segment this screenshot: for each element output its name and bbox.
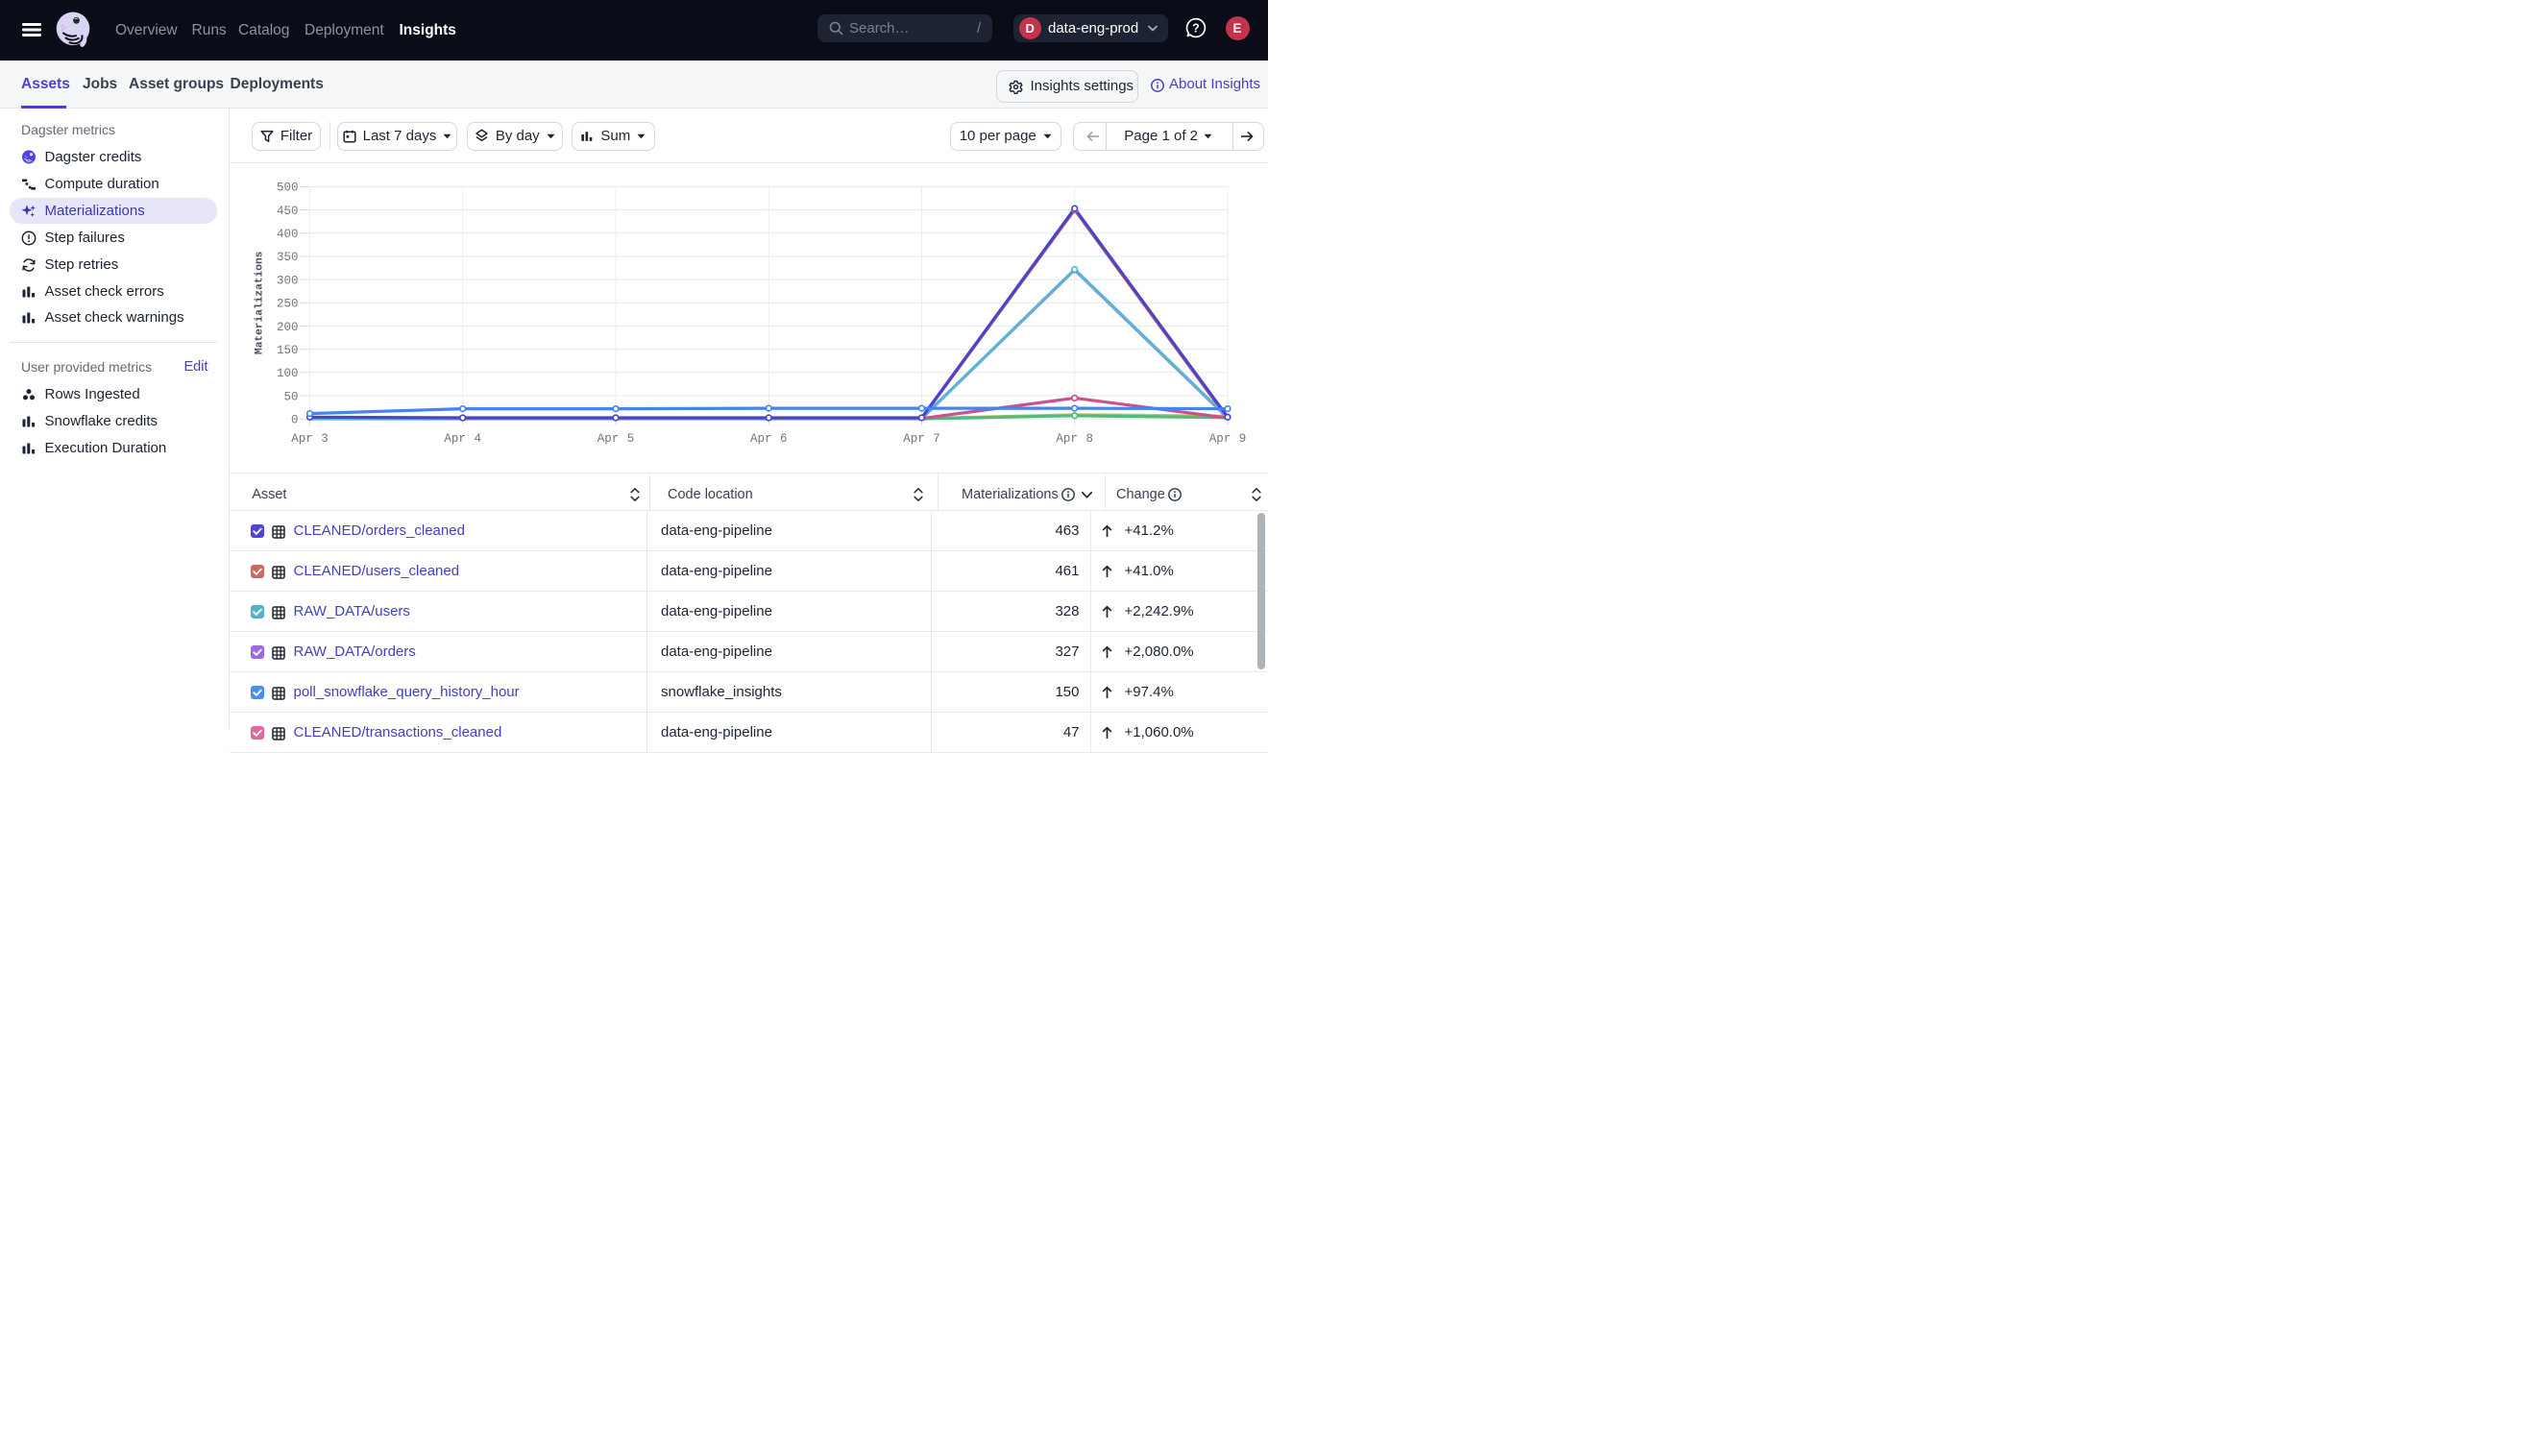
svg-text:50: 50 <box>283 390 298 403</box>
svg-text:Apr8: Apr8 <box>1056 432 1093 446</box>
svg-text:0: 0 <box>290 413 298 426</box>
svg-text:450: 450 <box>276 204 298 217</box>
svg-text:400: 400 <box>276 228 298 241</box>
svg-text:350: 350 <box>276 251 298 264</box>
svg-text:200: 200 <box>276 320 298 333</box>
svg-text:Apr4: Apr4 <box>444 432 481 446</box>
svg-text:?: ? <box>1192 21 1200 35</box>
svg-text:Apr3: Apr3 <box>291 432 329 446</box>
svg-text:100: 100 <box>276 367 298 380</box>
svg-text:Apr5: Apr5 <box>597 432 634 446</box>
svg-text:Apr6: Apr6 <box>750 432 788 446</box>
svg-text:150: 150 <box>276 344 298 357</box>
svg-text:500: 500 <box>276 181 298 194</box>
svg-text:Apr7: Apr7 <box>903 432 940 446</box>
svg-text:300: 300 <box>276 274 298 287</box>
svg-text:250: 250 <box>276 297 298 310</box>
svg-text:Materializations: Materializations <box>254 251 265 354</box>
svg-text:Apr9: Apr9 <box>1208 432 1246 446</box>
